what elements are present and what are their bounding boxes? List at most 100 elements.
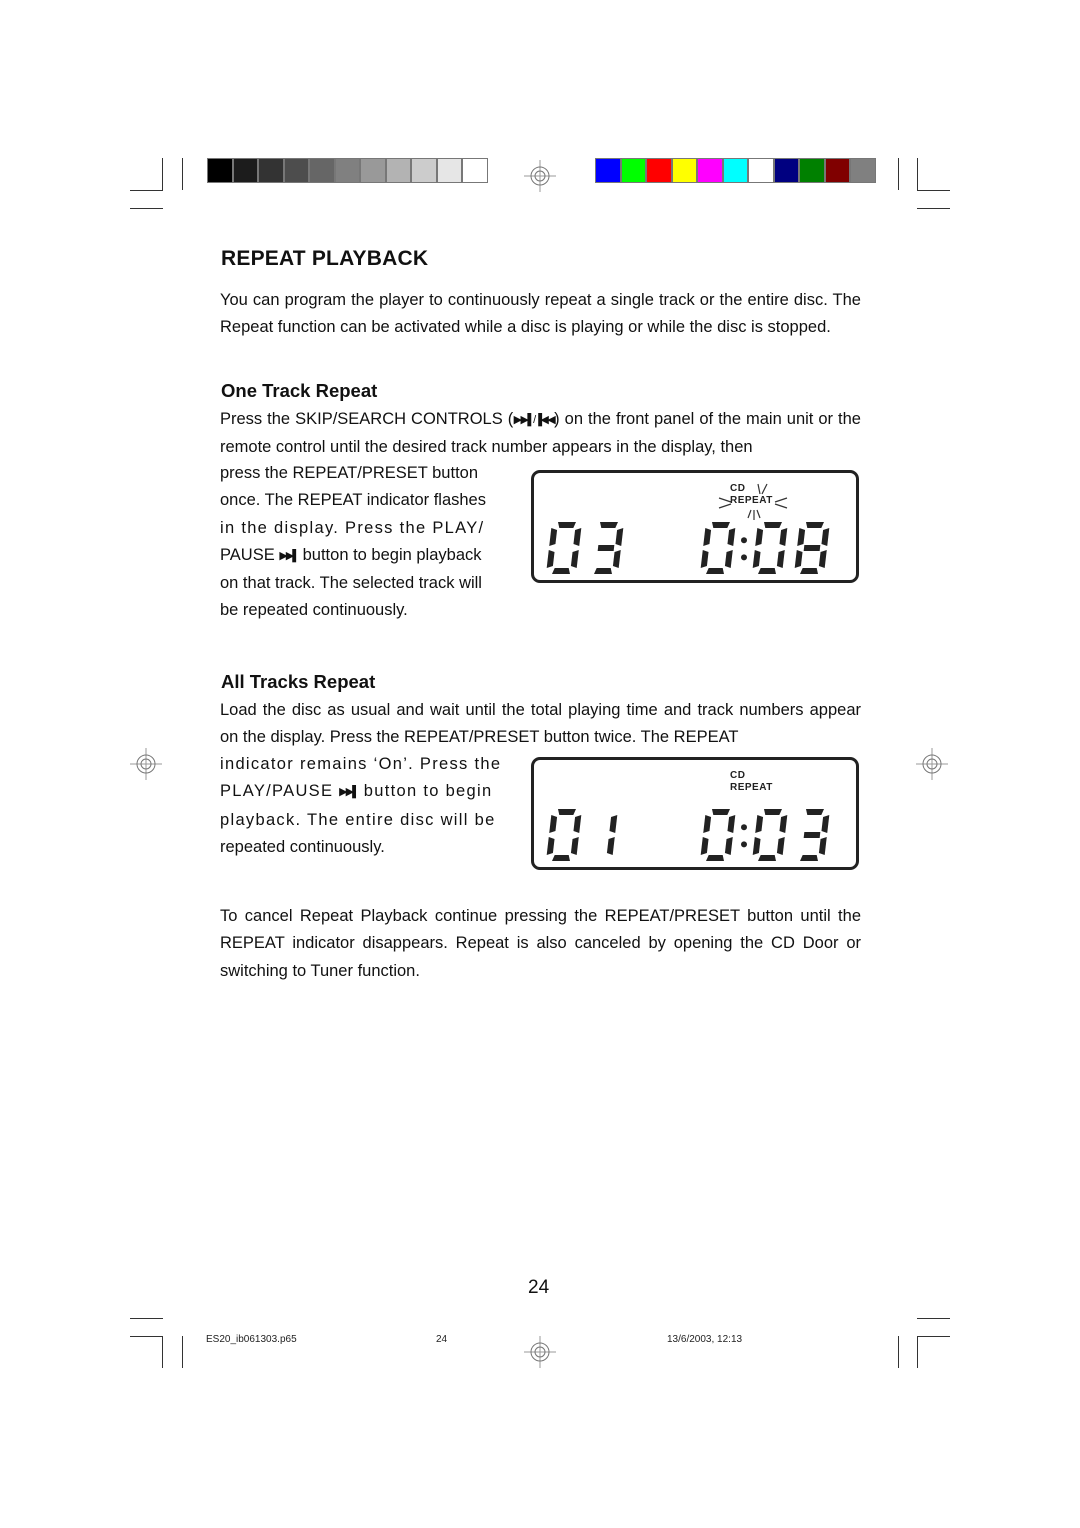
color-swatch <box>360 158 386 183</box>
one-track-paragraph-2: press the REPEAT/PRESET button once. The… <box>220 460 509 625</box>
registration-mark-icon <box>130 748 162 780</box>
digit-segment <box>615 528 624 546</box>
text: PLAY/PAUSE <box>220 782 334 801</box>
digit-segment <box>724 837 733 855</box>
digit-segment <box>727 815 736 833</box>
digit-segment <box>818 837 827 855</box>
color-swatch <box>232 158 258 183</box>
digit-segment <box>800 855 818 861</box>
digit-segment <box>758 568 776 574</box>
color-swatch <box>620 158 646 183</box>
page-number: 24 <box>528 1277 550 1298</box>
color-swatch <box>258 158 284 183</box>
footer-datetime: 13/6/2003, 12:13 <box>667 1334 743 1345</box>
text: button to begin playback <box>302 545 482 564</box>
digit-segment <box>573 815 582 833</box>
color-swatch <box>207 158 233 183</box>
digit-segment <box>806 809 824 815</box>
color-swatch <box>722 158 748 183</box>
color-swatch <box>309 158 335 183</box>
color-swatch <box>850 158 876 183</box>
color-swatch <box>748 158 774 183</box>
footer-filename: ES20_ib061303.p65 <box>206 1334 297 1345</box>
all-tracks-paragraph-2: indicator remains ‘On’. Press the PLAY/P… <box>220 751 509 861</box>
intro-paragraph: You can program the player to continuous… <box>220 291 861 337</box>
digit-segment <box>724 550 733 568</box>
text-line: on that track. The selected track will <box>220 574 482 593</box>
color-swatch <box>773 158 799 183</box>
color-swatch <box>824 158 850 183</box>
digit-segment <box>700 837 709 855</box>
one-track-heading: One Track Repeat <box>221 380 378 401</box>
digit-segment <box>755 815 764 833</box>
digit-segment <box>779 528 788 546</box>
digit-segment <box>794 550 803 568</box>
text: PAUSE <box>220 545 275 564</box>
digit-segment <box>594 568 612 574</box>
color-swatch <box>436 158 462 183</box>
digit-segment <box>727 528 736 546</box>
all-tracks-paragraph-1: Load the disc as usual and wait until th… <box>220 701 861 747</box>
text-line: be repeated continuously. <box>220 601 408 620</box>
digit-segment <box>706 568 724 574</box>
play-pause-icon: ▶▶▌ <box>339 786 360 799</box>
lcd-display-one-track: CD REPEAT <box>531 470 859 583</box>
digit-segment <box>597 545 615 551</box>
digit-segment <box>779 815 788 833</box>
text: Press the SKIP/SEARCH CONTROLS ( <box>220 410 514 428</box>
digit-segment <box>800 568 818 574</box>
digit-segment <box>764 522 782 528</box>
digit-segment <box>700 550 709 568</box>
digit-segment <box>758 855 776 861</box>
digit-segment <box>712 522 730 528</box>
colon-dot <box>741 841 747 848</box>
text-line: in the display. Press the PLAY/ <box>220 518 485 537</box>
colon-dot <box>741 824 747 831</box>
digit-segment <box>609 815 618 833</box>
digit-segment <box>552 855 570 861</box>
digit-segment <box>549 528 558 546</box>
one-track-paragraph-1: Press the SKIP/SEARCH CONTROLS (▶▶▌/▐◀◀)… <box>220 406 861 462</box>
digit-segment <box>703 815 712 833</box>
registration-mark-icon <box>916 748 948 780</box>
colon-dot <box>741 554 747 561</box>
color-swatch <box>697 158 723 183</box>
seven-segment-readout <box>546 522 830 574</box>
digit-segment <box>712 809 730 815</box>
text: button to begin <box>363 782 493 801</box>
digit-segment <box>755 528 764 546</box>
digit-segment <box>797 528 806 546</box>
registration-mark-icon <box>524 1336 556 1368</box>
digit-segment <box>546 837 555 855</box>
digit-segment <box>558 809 576 815</box>
digit-segment <box>764 809 782 815</box>
all-tracks-heading: All Tracks Repeat <box>221 671 376 692</box>
color-swatch <box>283 158 309 183</box>
seven-segment-readout <box>546 809 830 861</box>
digit-segment <box>821 815 830 833</box>
text-line: playback. The entire disc will be <box>220 810 496 829</box>
text-line: indicator remains ‘On’. Press the <box>220 755 502 773</box>
digit-segment <box>606 837 615 855</box>
digit-segment <box>573 528 582 546</box>
text-line: repeated continuously. <box>220 837 385 856</box>
footer-page: 24 <box>436 1334 448 1345</box>
text-line: PAUSE ▶▶▌ button to begin playback <box>220 542 509 570</box>
color-swatch <box>411 158 437 183</box>
text-line: once. The REPEAT indicator flashes <box>220 491 486 510</box>
colon-dot <box>741 537 747 544</box>
color-swatch <box>462 158 488 183</box>
lcd-display-all-tracks: CD REPEAT <box>531 757 859 870</box>
digit-segment <box>776 550 785 568</box>
digit-segment <box>570 550 579 568</box>
color-swatch <box>385 158 411 183</box>
digit-segment <box>821 528 830 546</box>
digit-segment <box>818 550 827 568</box>
text-line: press the REPEAT/PRESET button <box>220 464 479 482</box>
color-swatch <box>799 158 825 183</box>
color-swatch <box>595 158 621 183</box>
page-title: REPEAT PLAYBACK <box>221 247 429 270</box>
digit-segment <box>703 528 712 546</box>
digit-segment <box>552 568 570 574</box>
digit-segment <box>558 522 576 528</box>
